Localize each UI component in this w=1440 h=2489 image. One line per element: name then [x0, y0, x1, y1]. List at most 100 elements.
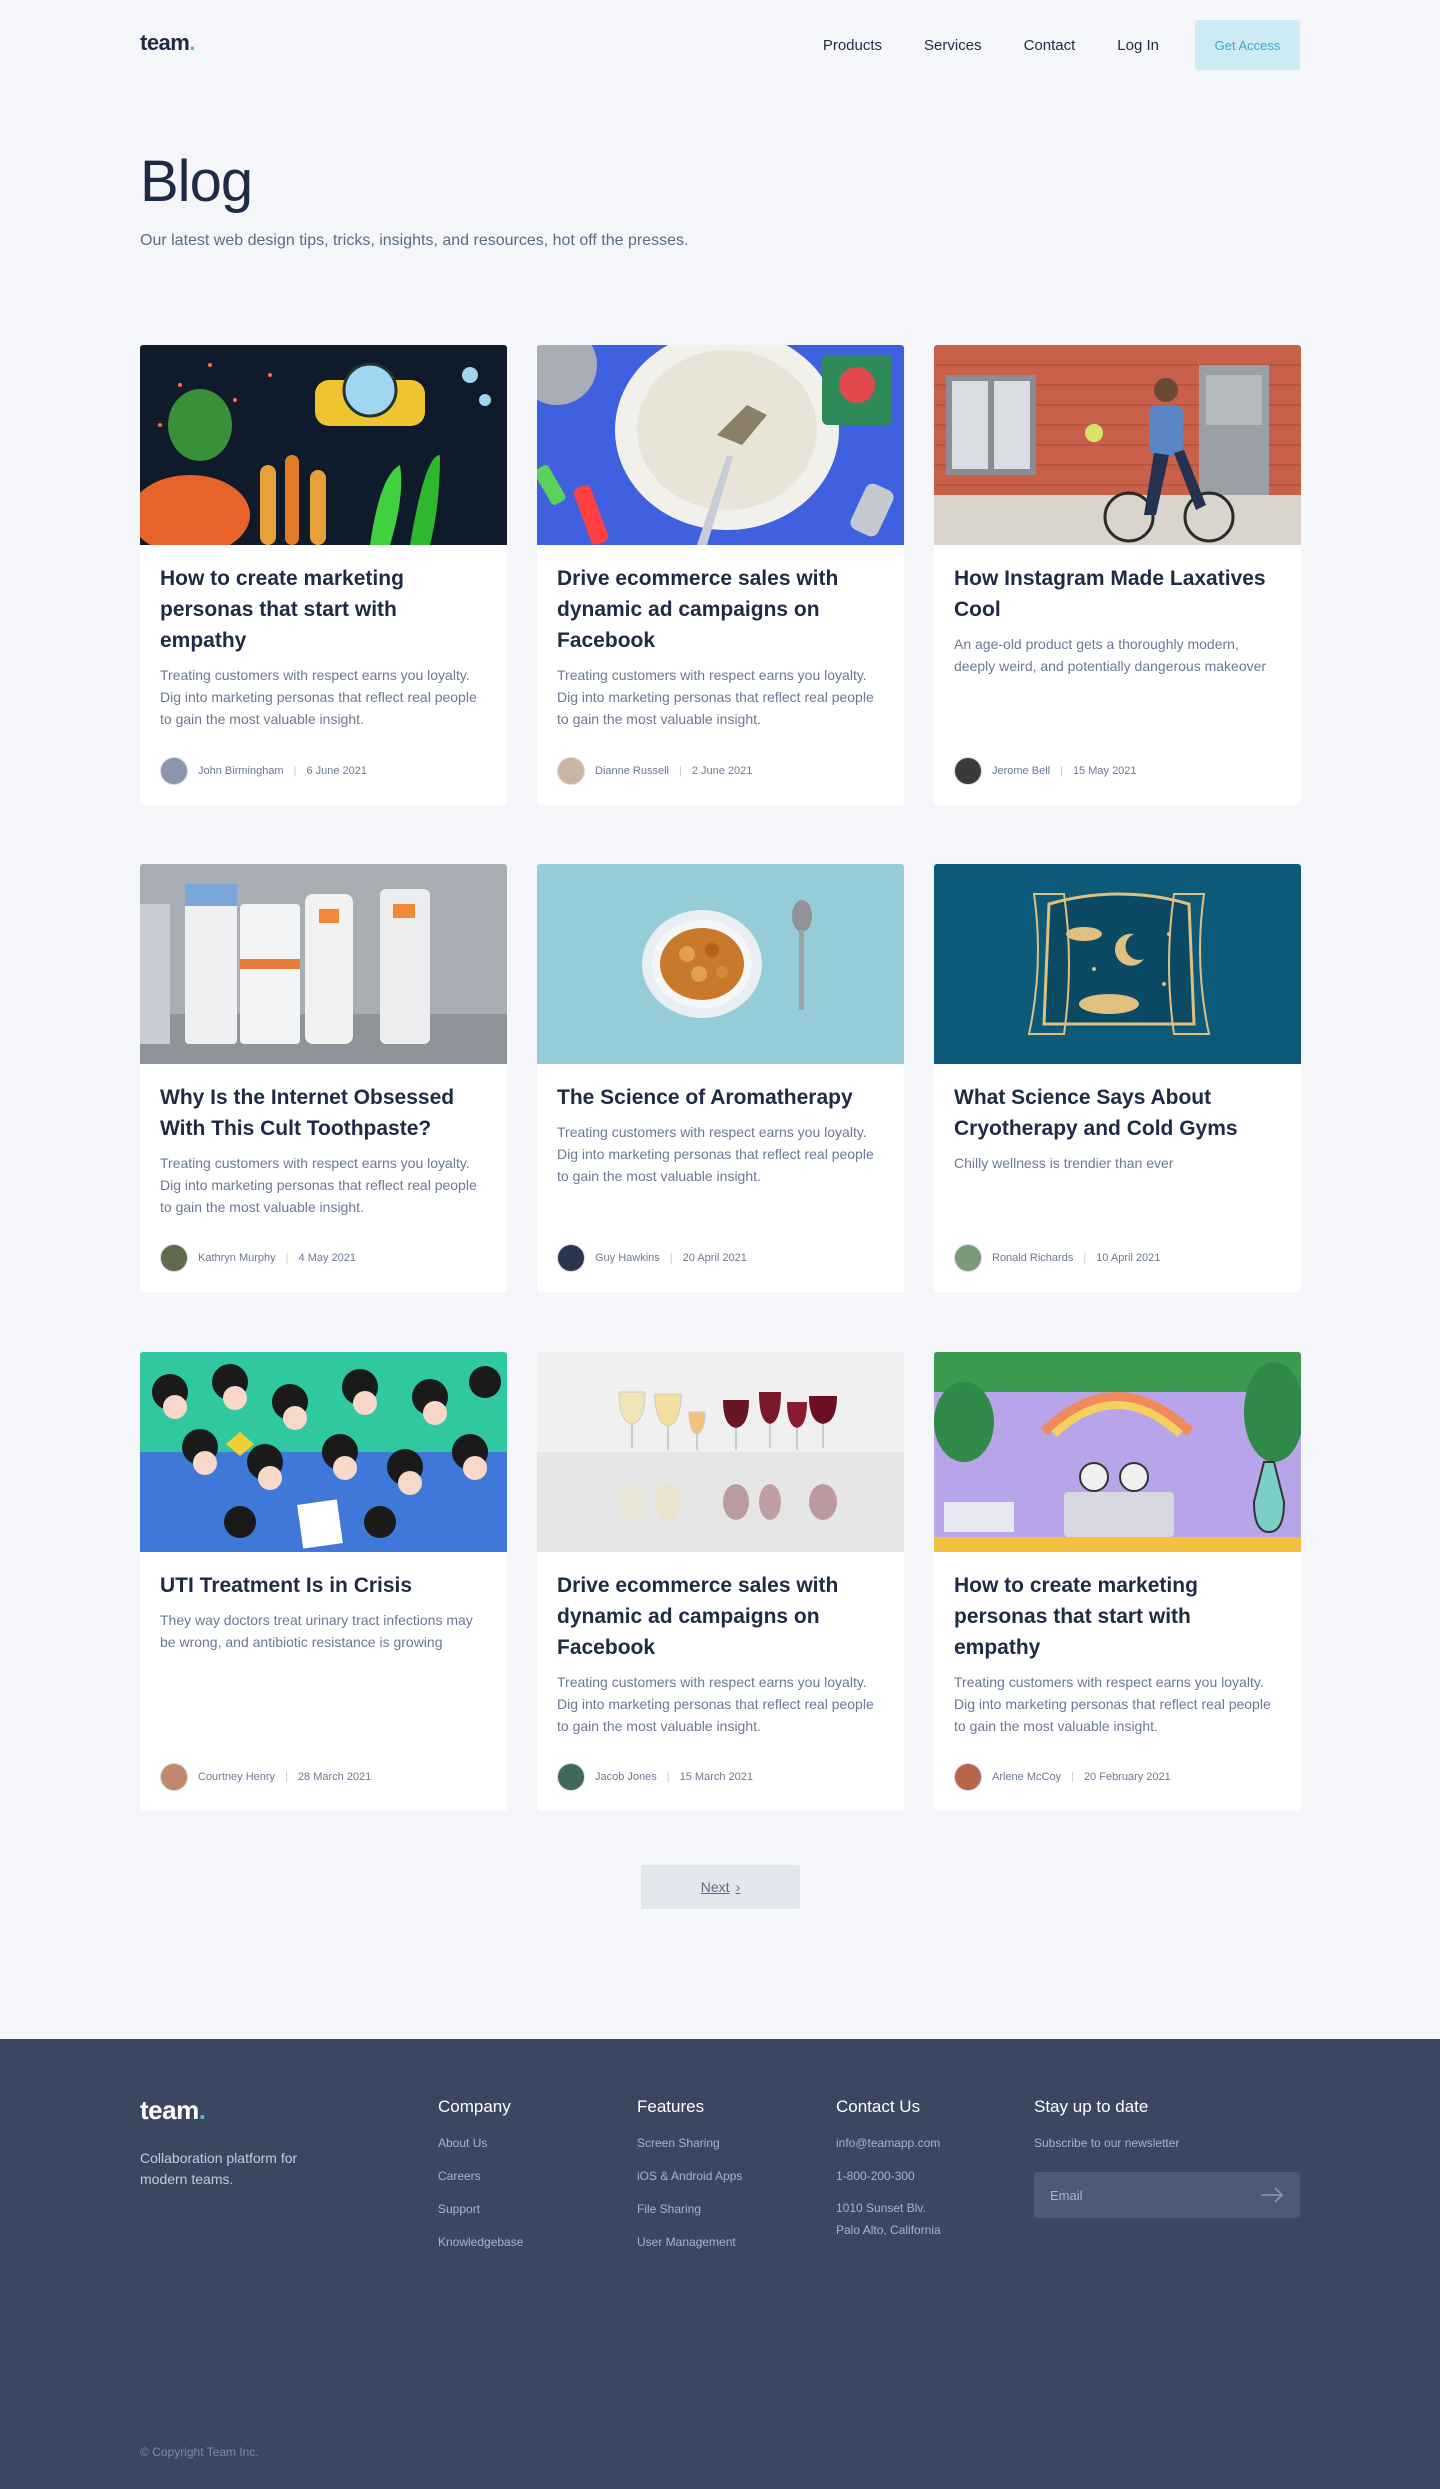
card-title[interactable]: Drive ecommerce sales with dynamic ad ca… [557, 563, 884, 656]
card-image[interactable] [140, 345, 507, 545]
card-image[interactable] [537, 864, 904, 1064]
footer-contact: Contact Us info@teamapp.com 1-800-200-30… [836, 2097, 941, 2258]
card-description: Treating customers with respect earns yo… [954, 1674, 1271, 1734]
footer-link[interactable]: Careers [438, 2168, 523, 2184]
author-name: Jerome Bell [992, 765, 1051, 777]
footer-link[interactable]: Support [438, 2201, 523, 2217]
avatar [557, 1763, 585, 1791]
card-description: Treating customers with respect earns yo… [160, 667, 477, 727]
footer-newsletter: Stay up to date Subscribe to our newslet… [1034, 2097, 1179, 2168]
newsletter-form [1034, 2172, 1300, 2218]
blog-card[interactable]: UTI Treatment Is in Crisis They way doct… [140, 1352, 507, 1811]
card-image[interactable] [537, 1352, 904, 1552]
card-image[interactable] [934, 1352, 1301, 1552]
card-body: Why Is the Internet Obsessed With This C… [140, 1064, 507, 1218]
card-image[interactable] [934, 864, 1301, 1064]
email-input[interactable] [1034, 2172, 1254, 2218]
card-description: Treating customers with respect earns yo… [557, 1674, 874, 1734]
author-name: Guy Hawkins [595, 1252, 660, 1264]
card-body: How Instagram Made Laxatives Cool An age… [934, 545, 1301, 677]
nav-services[interactable]: Services [924, 37, 982, 54]
card-title[interactable]: What Science Says About Cryotherapy and … [954, 1082, 1281, 1144]
card-meta: Jacob Jones | 15 March 2021 [557, 1763, 753, 1791]
card-title[interactable]: How Instagram Made Laxatives Cool [954, 563, 1281, 625]
card-title[interactable]: Why Is the Internet Obsessed With This C… [160, 1082, 487, 1144]
arrow-right-icon[interactable] [1260, 2187, 1284, 2203]
blog-card[interactable]: Drive ecommerce sales with dynamic ad ca… [537, 1352, 904, 1811]
logo[interactable]: team. [140, 30, 195, 56]
card-meta: Kathryn Murphy | 4 May 2021 [160, 1244, 356, 1272]
card-meta: Jerome Bell | 15 May 2021 [954, 757, 1137, 785]
footer-tagline: Collaboration platform for modern teams. [140, 2150, 298, 2187]
contact-email[interactable]: info@teamapp.com [836, 2135, 941, 2151]
card-meta: Guy Hawkins | 20 April 2021 [557, 1244, 747, 1272]
footer-logo[interactable]: team. [140, 2095, 206, 2126]
card-description: An age-old product gets a thoroughly mod… [954, 636, 1267, 674]
next-label: Next [700, 1879, 730, 1895]
avatar [557, 1244, 585, 1272]
avatar [160, 1763, 188, 1791]
blog-card[interactable]: How to create marketing personas that st… [934, 1352, 1301, 1811]
footer-link[interactable]: File Sharing [637, 2201, 742, 2217]
page-subtitle: Our latest web design tips, tricks, insi… [140, 232, 689, 249]
card-description: They way doctors treat urinary tract inf… [160, 1612, 473, 1650]
card-meta: Arlene McCoy | 20 February 2021 [954, 1763, 1171, 1791]
avatar [954, 757, 982, 785]
avatar [954, 1244, 982, 1272]
card-description: Treating customers with respect earns yo… [160, 1155, 477, 1215]
blog-card[interactable]: Why Is the Internet Obsessed With This C… [140, 864, 507, 1292]
blog-card[interactable]: Drive ecommerce sales with dynamic ad ca… [537, 345, 904, 805]
avatar [557, 757, 585, 785]
card-description: Chilly wellness is trendier than ever [954, 1155, 1174, 1171]
blog-card[interactable]: What Science Says About Cryotherapy and … [934, 864, 1301, 1292]
footer-heading: Contact Us [836, 2097, 921, 2116]
blog-card[interactable]: How Instagram Made Laxatives Cool An age… [934, 345, 1301, 805]
post-date: 10 April 2021 [1096, 1252, 1161, 1264]
card-title[interactable]: The Science of Aromatherapy [557, 1082, 884, 1113]
author-name: Ronald Richards [992, 1252, 1074, 1264]
footer-link[interactable]: iOS & Android Apps [637, 2168, 742, 2184]
newsletter-subtitle: Subscribe to our newsletter [1034, 2136, 1180, 2150]
get-access-button[interactable]: Get Access [1195, 20, 1300, 70]
card-title[interactable]: UTI Treatment Is in Crisis [160, 1570, 487, 1601]
card-body: Drive ecommerce sales with dynamic ad ca… [537, 545, 904, 730]
card-image[interactable] [537, 345, 904, 545]
next-page-button[interactable]: Next › [641, 1865, 800, 1909]
author-name: Dianne Russell [595, 765, 669, 777]
nav-contact[interactable]: Contact [1024, 37, 1076, 54]
card-body: UTI Treatment Is in Crisis They way doct… [140, 1552, 507, 1653]
card-image[interactable] [140, 1352, 507, 1552]
blog-card[interactable]: How to create marketing personas that st… [140, 345, 507, 805]
card-meta: John Birmingham | 6 June 2021 [160, 757, 367, 785]
contact-phone[interactable]: 1-800-200-300 [836, 2168, 941, 2184]
nav-products[interactable]: Products [823, 37, 882, 54]
blog-card[interactable]: The Science of Aromatherapy Treating cus… [537, 864, 904, 1292]
card-title[interactable]: Drive ecommerce sales with dynamic ad ca… [557, 1570, 884, 1663]
post-date: 15 May 2021 [1072, 765, 1137, 777]
post-date: 4 May 2021 [298, 1252, 356, 1264]
card-title[interactable]: How to create marketing personas that st… [160, 563, 487, 656]
chevron-right-icon: › [735, 1879, 741, 1895]
footer-link[interactable]: Screen Sharing [637, 2135, 742, 2151]
main-nav: Products Services Contact Log In Get Acc… [781, 20, 1300, 70]
card-body: The Science of Aromatherapy Treating cus… [537, 1064, 904, 1187]
card-meta: Dianne Russell | 2 June 2021 [557, 757, 752, 785]
card-description: Treating customers with respect earns yo… [557, 1124, 874, 1184]
footer-link[interactable]: Knowledgebase [438, 2234, 523, 2250]
page-title: Blog [140, 149, 253, 214]
nav-login[interactable]: Log In [1117, 37, 1159, 54]
author-name: Jacob Jones [595, 1771, 657, 1783]
card-title[interactable]: How to create marketing personas that st… [954, 1570, 1281, 1663]
card-image[interactable] [934, 345, 1301, 545]
card-image[interactable] [140, 864, 507, 1064]
post-date: 20 April 2021 [682, 1252, 747, 1264]
post-date: 15 March 2021 [679, 1771, 754, 1783]
footer-features: Features Screen Sharing iOS & Android Ap… [637, 2097, 742, 2267]
card-body: Drive ecommerce sales with dynamic ad ca… [537, 1552, 904, 1737]
post-date: 28 March 2021 [297, 1771, 372, 1783]
footer-link[interactable]: User Management [637, 2234, 742, 2250]
footer-link[interactable]: About Us [438, 2135, 523, 2151]
site-footer: team. Collaboration platform for modern … [0, 2039, 1440, 2489]
author-name: John Birmingham [198, 765, 284, 777]
card-meta: Courtney Henry | 28 March 2021 [160, 1763, 371, 1791]
